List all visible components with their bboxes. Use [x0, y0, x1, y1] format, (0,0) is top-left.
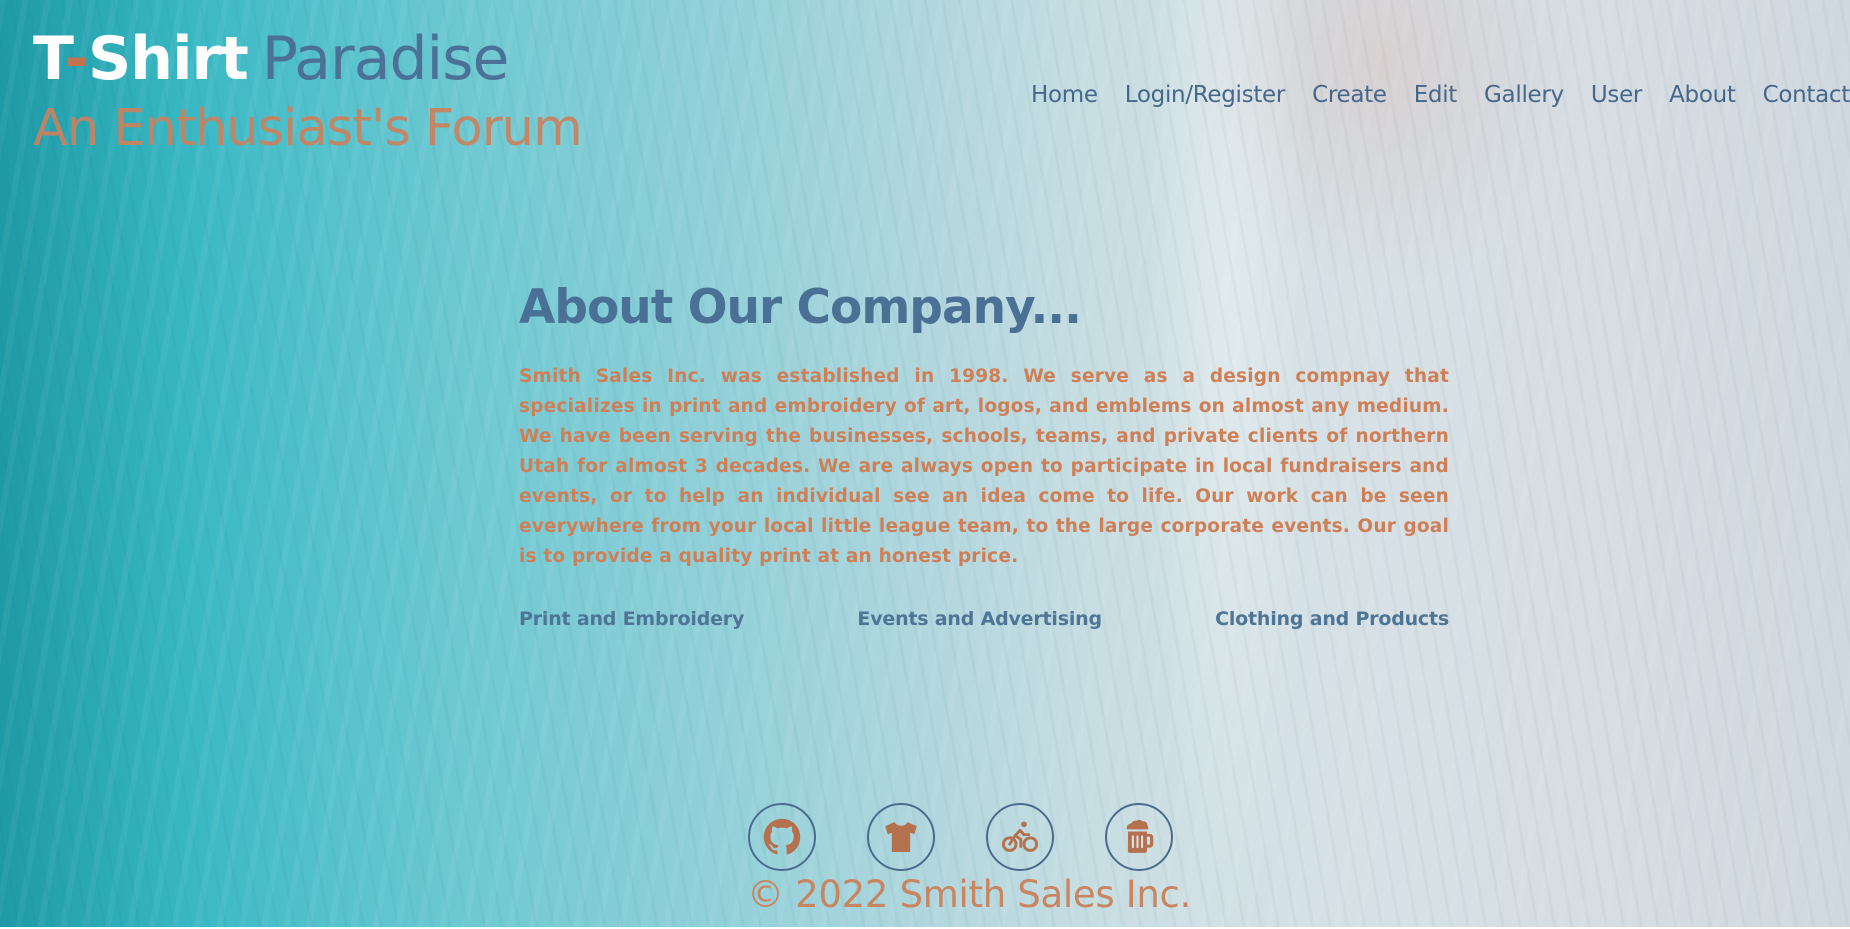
- about-section: About Our Company... Smith Sales Inc. wa…: [519, 278, 1449, 630]
- nav-contact[interactable]: Contact: [1763, 82, 1850, 108]
- beer-link[interactable]: [1105, 803, 1173, 871]
- nav-user[interactable]: User: [1591, 82, 1643, 108]
- service-print-embroidery: Print and Embroidery: [519, 608, 745, 630]
- about-body: Smith Sales Inc. was established in 1998…: [519, 366, 1449, 567]
- site-subtitle: An Enthusiast's Forum: [33, 99, 583, 158]
- services-list: Print and Embroidery Events and Advertis…: [519, 608, 1449, 630]
- service-clothing-products: Clothing and Products: [1215, 608, 1449, 630]
- nav-login-register[interactable]: Login/Register: [1125, 82, 1286, 108]
- service-events-advertising: Events and Advertising: [857, 608, 1102, 630]
- nav-create[interactable]: Create: [1312, 82, 1387, 108]
- title-part-shirt: Shirt: [88, 24, 249, 94]
- bicycle-link[interactable]: [986, 803, 1054, 871]
- tshirt-link[interactable]: [867, 803, 935, 871]
- beer-mug-icon: [1126, 819, 1154, 853]
- title-part-t: T: [33, 24, 65, 94]
- nav-gallery[interactable]: Gallery: [1484, 82, 1564, 108]
- github-icon: [763, 818, 801, 855]
- footer-icons: [748, 803, 1173, 871]
- nav-edit[interactable]: Edit: [1414, 82, 1458, 108]
- main-nav: Home Login/Register Create Edit Gallery …: [1031, 82, 1850, 108]
- bicycle-icon: [1001, 821, 1039, 852]
- site-title[interactable]: T-Shirt Paradise: [33, 20, 582, 98]
- nav-about[interactable]: About: [1669, 82, 1736, 108]
- about-heading: About Our Company...: [519, 280, 1082, 335]
- title-dash: -: [64, 24, 89, 94]
- title-part-paradise: Paradise: [261, 24, 510, 94]
- site-brand: T-Shirt Paradise An Enthusiast's Forum: [33, 20, 583, 160]
- copyright-text: © 2022 Smith Sales Inc.: [747, 873, 1192, 916]
- tshirt-icon: [885, 821, 917, 853]
- github-link[interactable]: [748, 803, 816, 871]
- nav-home[interactable]: Home: [1031, 82, 1098, 108]
- page: T-Shirt Paradise An Enthusiast's Forum Ho…: [0, 0, 1850, 929]
